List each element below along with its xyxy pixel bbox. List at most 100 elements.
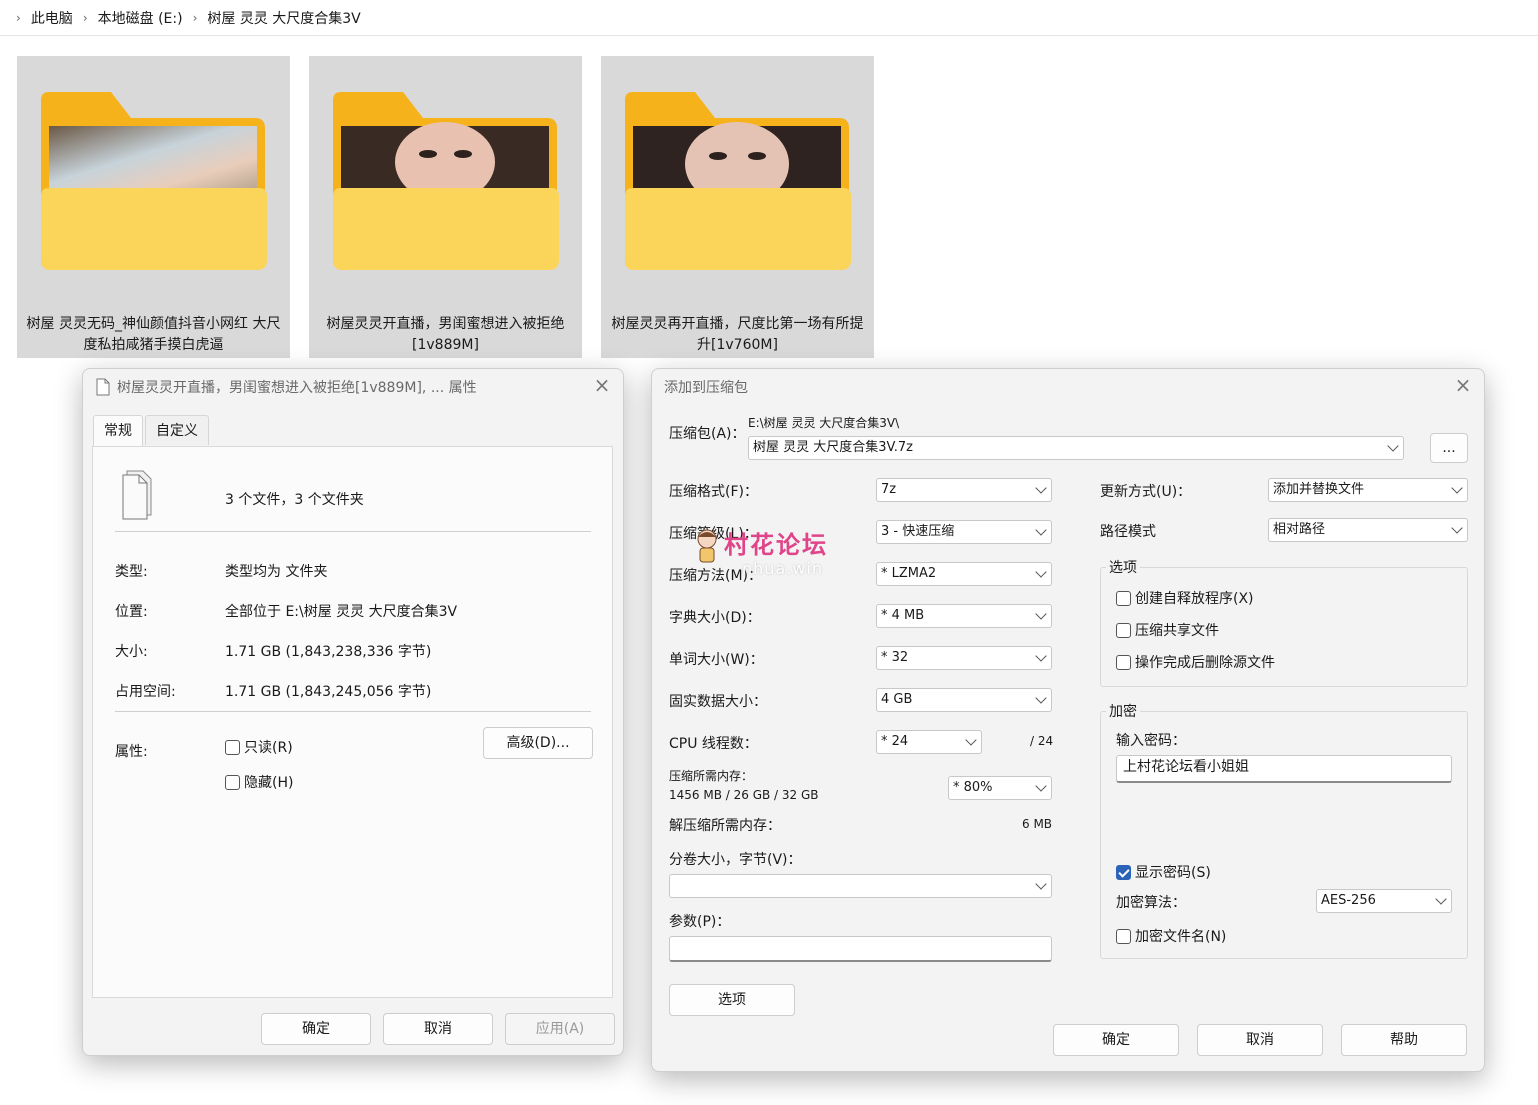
archive-name-value: 树屋 灵灵 大尺度合集3V.7z (753, 440, 913, 455)
tab-general[interactable]: 常规 (93, 415, 143, 447)
archive-dialog-title: 添加到压缩包 (664, 377, 748, 397)
memory-combo[interactable]: * 80% (948, 776, 1052, 800)
encryption-method-label: 加密算法： (1116, 895, 1186, 911)
show-password-label: 显示密码(S) (1135, 865, 1211, 881)
folder-icon (625, 92, 851, 270)
encrypt-names-row[interactable]: 加密文件名(N) (1116, 926, 1226, 946)
properties-tabs: 常规 自定义 (93, 415, 211, 447)
chevron-down-icon (1035, 524, 1047, 536)
hidden-checkbox[interactable] (225, 774, 240, 790)
multiple-files-icon (122, 470, 152, 520)
divider (115, 531, 591, 532)
close-icon[interactable]: × (1452, 375, 1474, 397)
folder-icon (333, 92, 559, 270)
archive-label: 压缩包(A)： (669, 426, 746, 442)
browse-button[interactable]: ... (1430, 433, 1468, 463)
update-mode-label: 更新方式(U)： (1100, 484, 1192, 500)
word-size-value: * 32 (881, 650, 909, 665)
volume-size-label: 分卷大小，字节(V)： (669, 852, 802, 868)
folder-tile[interactable]: 树屋灵灵再开直播，尺度比第一场有所提升[1v760M] (601, 56, 874, 358)
level-value: 3 - 快速压缩 (881, 524, 955, 539)
folder-tile[interactable]: 树屋灵灵开直播，男闺蜜想进入被拒绝[1v889M] (309, 56, 582, 358)
folder-tile[interactable]: 树屋 灵灵无码_神仙颜值抖音小网红 大尺度私拍咸猪手摸白虎逼 (17, 56, 290, 358)
cpu-threads-label: CPU 线程数： (669, 736, 758, 752)
password-input[interactable]: 上村花论坛看小姐姐 (1116, 755, 1452, 783)
document-icon (96, 378, 110, 396)
properties-title: 树屋灵灵开直播，男闺蜜想进入被拒绝[1v889M], ... 属性 (95, 377, 477, 397)
password-label: 输入密码： (1116, 733, 1186, 749)
dictionary-value: * 4 MB (881, 608, 925, 623)
format-label: 压缩格式(F)： (669, 484, 758, 500)
location-label: 位置: (115, 604, 148, 620)
advanced-button[interactable]: 高级(D)... (483, 727, 593, 759)
properties-title-text: 树屋灵灵开直播，男闺蜜想进入被拒绝[1v889M], ... 属性 (117, 380, 477, 396)
type-value: 类型均为 文件夹 (225, 564, 328, 580)
word-size-combo[interactable]: * 32 (876, 646, 1052, 670)
show-password-checkbox[interactable] (1116, 864, 1131, 880)
solid-size-combo[interactable]: 4 GB (876, 688, 1052, 712)
path-mode-combo[interactable]: 相对路径 (1268, 518, 1468, 542)
method-combo[interactable]: * LZMA2 (876, 562, 1052, 586)
readonly-label: 只读(R) (244, 740, 293, 756)
decompress-memory-value: 6 MB (1022, 817, 1053, 831)
encryption-method-combo[interactable]: AES-256 (1316, 889, 1452, 913)
archive-dialog-title-text: 添加到压缩包 (664, 380, 748, 396)
archive-name-combo[interactable]: 树屋 灵灵 大尺度合集3V.7z (748, 436, 1404, 460)
format-combo[interactable]: 7z (876, 478, 1052, 502)
delete-source-checkbox[interactable] (1116, 654, 1131, 670)
cpu-threads-total: / 24 (1030, 734, 1054, 748)
shared-checkbox-row[interactable]: 压缩共享文件 (1116, 620, 1219, 640)
volume-size-combo[interactable] (669, 874, 1052, 898)
shared-files-checkbox[interactable] (1116, 622, 1131, 638)
memory-label: 压缩所需内存： (669, 769, 754, 783)
update-mode-combo[interactable]: 添加并替换文件 (1268, 478, 1468, 502)
sfx-checkbox[interactable] (1116, 590, 1131, 606)
add-to-archive-dialog: 添加到压缩包 × 压缩包(A)： E:\树屋 灵灵 大尺度合集3V\ 树屋 灵灵… (651, 368, 1485, 1072)
disk-size-label: 占用空间: (115, 684, 176, 700)
ok-button[interactable]: 确定 (261, 1013, 371, 1045)
ok-button[interactable]: 确定 (1053, 1024, 1179, 1056)
decompress-memory-label: 解压缩所需内存： (669, 818, 781, 834)
folder-name: 树屋灵灵再开直播，尺度比第一场有所提升[1v760M] (611, 316, 864, 353)
dictionary-label: 字典大小(D)： (669, 610, 761, 626)
delete-source-label: 操作完成后删除源文件 (1135, 655, 1275, 671)
chevron-right-icon: › (192, 10, 198, 25)
readonly-checkbox-row[interactable]: 只读(R) (225, 737, 293, 757)
chevron-down-icon (1451, 482, 1463, 494)
options-button[interactable]: 选项 (669, 984, 795, 1016)
readonly-checkbox[interactable] (225, 739, 240, 755)
level-combo[interactable]: 3 - 快速压缩 (876, 520, 1052, 544)
solid-size-label: 固实数据大小： (669, 694, 767, 710)
folder-name: 树屋 灵灵无码_神仙颜值抖音小网红 大尺度私拍咸猪手摸白虎逼 (26, 316, 281, 353)
chevron-right-icon: › (82, 10, 88, 25)
breadcrumb-drive-e[interactable]: 本地磁盘 (E:) (98, 8, 183, 28)
breadcrumb-this-pc[interactable]: 此电脑 (31, 8, 73, 28)
encryption-group-title: 加密 (1106, 701, 1140, 721)
memory-value: * 80% (953, 780, 993, 795)
type-label: 类型: (115, 564, 148, 580)
cpu-threads-combo[interactable]: * 24 (876, 730, 982, 754)
cancel-button[interactable]: 取消 (1197, 1024, 1323, 1056)
breadcrumb-current-folder[interactable]: 树屋 灵灵 大尺度合集3V (207, 8, 360, 28)
chevron-down-icon (1035, 566, 1047, 578)
method-label: 压缩方法(M)： (669, 568, 763, 584)
encrypt-names-checkbox[interactable] (1116, 928, 1131, 944)
cancel-button[interactable]: 取消 (383, 1013, 493, 1045)
help-button[interactable]: 帮助 (1341, 1024, 1467, 1056)
chevron-down-icon (1035, 878, 1047, 890)
parameters-input[interactable] (669, 936, 1052, 962)
apply-button[interactable]: 应用(A) (505, 1013, 615, 1045)
disk-size-value: 1.71 GB (1,843,245,056 字节) (225, 684, 432, 700)
tab-custom[interactable]: 自定义 (145, 415, 209, 445)
chevron-down-icon (1035, 650, 1047, 662)
close-icon[interactable]: × (591, 375, 613, 397)
hidden-checkbox-row[interactable]: 隐藏(H) (225, 772, 293, 792)
dictionary-combo[interactable]: * 4 MB (876, 604, 1052, 628)
solid-size-value: 4 GB (881, 692, 913, 707)
sfx-checkbox-row[interactable]: 创建自释放程序(X) (1116, 588, 1254, 608)
chevron-down-icon (1387, 440, 1399, 452)
delete-checkbox-row[interactable]: 操作完成后删除源文件 (1116, 652, 1275, 672)
path-mode-value: 相对路径 (1273, 522, 1326, 537)
chevron-down-icon (1035, 482, 1047, 494)
show-password-row[interactable]: 显示密码(S) (1116, 862, 1211, 882)
